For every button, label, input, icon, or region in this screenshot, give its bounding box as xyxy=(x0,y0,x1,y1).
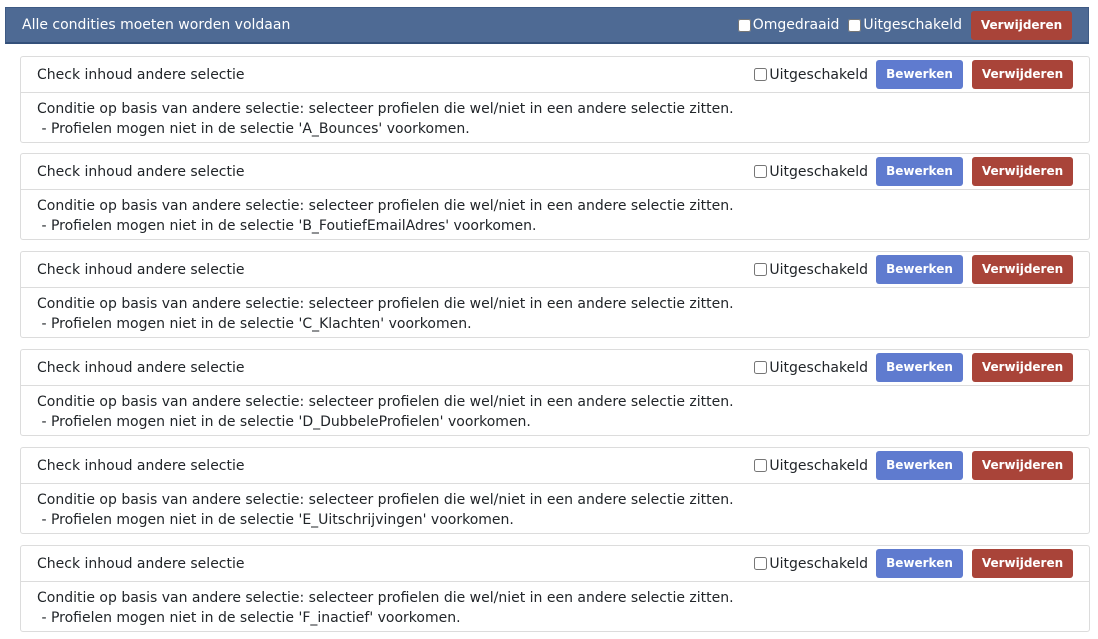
condition-description: Conditie op basis van andere selectie: s… xyxy=(37,492,734,508)
group-disabled-toggle[interactable]: Uitgeschakeld xyxy=(848,17,962,33)
condition-card-header: Check inhoud andere selectie Uitgeschake… xyxy=(21,448,1089,484)
condition-body: Conditie op basis van andere selectie: s… xyxy=(21,190,1089,236)
inverted-label: Omgedraaid xyxy=(752,17,840,33)
condition-detail: - Profielen mogen niet in de selectie 'E… xyxy=(37,512,514,528)
condition-title: Check inhoud andere selectie xyxy=(37,457,245,474)
delete-button[interactable]: Verwijderen xyxy=(972,549,1073,578)
condition-disabled-toggle[interactable]: Uitgeschakeld xyxy=(754,262,868,278)
condition-disabled-toggle[interactable]: Uitgeschakeld xyxy=(754,164,868,180)
edit-button[interactable]: Bewerken xyxy=(876,255,963,284)
edit-button[interactable]: Bewerken xyxy=(876,60,963,89)
condition-detail: - Profielen mogen niet in de selectie 'A… xyxy=(37,121,470,137)
condition-disabled-label: Uitgeschakeld xyxy=(769,359,868,376)
condition-disabled-checkbox[interactable] xyxy=(754,459,768,472)
edit-button[interactable]: Bewerken xyxy=(876,451,963,480)
condition-disabled-label: Uitgeschakeld xyxy=(769,66,868,83)
condition-disabled-checkbox[interactable] xyxy=(754,165,768,178)
condition-body: Conditie op basis van andere selectie: s… xyxy=(21,386,1089,432)
condition-title: Check inhoud andere selectie xyxy=(37,66,245,83)
condition-body: Conditie op basis van andere selectie: s… xyxy=(21,582,1089,628)
delete-button[interactable]: Verwijderen xyxy=(972,451,1073,480)
group-disabled-label: Uitgeschakeld xyxy=(863,17,962,33)
condition-card-header: Check inhoud andere selectie Uitgeschake… xyxy=(21,546,1089,582)
condition-description: Conditie op basis van andere selectie: s… xyxy=(37,590,734,606)
condition-detail: - Profielen mogen niet in de selectie 'C… xyxy=(37,316,472,332)
condition-disabled-toggle[interactable]: Uitgeschakeld xyxy=(754,458,868,474)
condition-disabled-label: Uitgeschakeld xyxy=(769,163,868,180)
condition-title: Check inhoud andere selectie xyxy=(37,261,245,278)
group-delete-button[interactable]: Verwijderen xyxy=(971,10,1072,40)
condition-card: Check inhoud andere selectie Uitgeschake… xyxy=(20,56,1090,143)
edit-button[interactable]: Bewerken xyxy=(876,353,963,382)
condition-group-header: Alle condities moeten worden voldaan Omg… xyxy=(5,7,1089,44)
condition-card-header: Check inhoud andere selectie Uitgeschake… xyxy=(21,252,1089,288)
delete-button[interactable]: Verwijderen xyxy=(972,255,1073,284)
condition-disabled-checkbox[interactable] xyxy=(754,68,768,81)
condition-disabled-label: Uitgeschakeld xyxy=(769,555,868,572)
edit-button[interactable]: Bewerken xyxy=(876,157,963,186)
delete-button[interactable]: Verwijderen xyxy=(972,353,1073,382)
condition-disabled-checkbox[interactable] xyxy=(754,557,768,570)
condition-card-header: Check inhoud andere selectie Uitgeschake… xyxy=(21,57,1089,93)
condition-disabled-toggle[interactable]: Uitgeschakeld xyxy=(754,360,868,376)
condition-description: Conditie op basis van andere selectie: s… xyxy=(37,198,734,214)
condition-disabled-toggle[interactable]: Uitgeschakeld xyxy=(754,556,868,572)
group-title: Alle condities moeten worden voldaan xyxy=(22,17,291,33)
condition-card: Check inhoud andere selectie Uitgeschake… xyxy=(20,447,1090,534)
condition-body: Conditie op basis van andere selectie: s… xyxy=(21,93,1089,139)
group-disabled-checkbox[interactable] xyxy=(848,18,862,32)
condition-disabled-toggle[interactable]: Uitgeschakeld xyxy=(754,67,868,83)
condition-detail: - Profielen mogen niet in de selectie 'F… xyxy=(37,610,461,626)
condition-title: Check inhoud andere selectie xyxy=(37,359,245,376)
condition-card: Check inhoud andere selectie Uitgeschake… xyxy=(20,545,1090,632)
condition-card-header: Check inhoud andere selectie Uitgeschake… xyxy=(21,350,1089,386)
condition-title: Check inhoud andere selectie xyxy=(37,163,245,180)
condition-body: Conditie op basis van andere selectie: s… xyxy=(21,288,1089,334)
condition-disabled-checkbox[interactable] xyxy=(754,361,768,374)
condition-description: Conditie op basis van andere selectie: s… xyxy=(37,394,734,410)
condition-detail: - Profielen mogen niet in de selectie 'D… xyxy=(37,414,531,430)
condition-detail: - Profielen mogen niet in de selectie 'B… xyxy=(37,218,537,234)
condition-card: Check inhoud andere selectie Uitgeschake… xyxy=(20,349,1090,436)
condition-disabled-label: Uitgeschakeld xyxy=(769,261,868,278)
inverted-toggle[interactable]: Omgedraaid xyxy=(737,17,840,33)
inverted-checkbox[interactable] xyxy=(737,18,751,32)
condition-disabled-checkbox[interactable] xyxy=(754,263,768,276)
condition-description: Conditie op basis van andere selectie: s… xyxy=(37,101,734,117)
condition-title: Check inhoud andere selectie xyxy=(37,555,245,572)
condition-card-header: Check inhoud andere selectie Uitgeschake… xyxy=(21,154,1089,190)
condition-description: Conditie op basis van andere selectie: s… xyxy=(37,296,734,312)
delete-button[interactable]: Verwijderen xyxy=(972,60,1073,89)
delete-button[interactable]: Verwijderen xyxy=(972,157,1073,186)
condition-card: Check inhoud andere selectie Uitgeschake… xyxy=(20,153,1090,240)
condition-disabled-label: Uitgeschakeld xyxy=(769,457,868,474)
edit-button[interactable]: Bewerken xyxy=(876,549,963,578)
condition-group: Alle condities moeten worden voldaan Omg… xyxy=(0,0,1098,639)
condition-body: Conditie op basis van andere selectie: s… xyxy=(21,484,1089,530)
condition-card: Check inhoud andere selectie Uitgeschake… xyxy=(20,251,1090,338)
